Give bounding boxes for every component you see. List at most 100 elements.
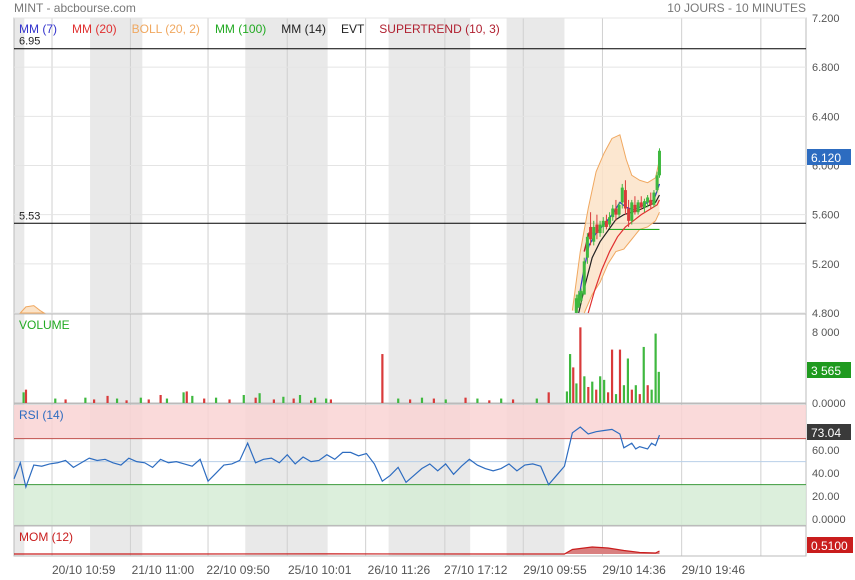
volume-bar (626, 358, 629, 403)
volume-bar (191, 395, 194, 403)
candle-body (589, 226, 593, 240)
candle-body (630, 202, 634, 221)
candle-body (639, 202, 643, 208)
rsi-tick-label: 60.00 (812, 445, 840, 457)
volume-bar (272, 399, 275, 403)
chart-period: 10 JOURS - 10 MINUTES (667, 1, 806, 15)
volume-bar (159, 394, 162, 403)
candle-body (636, 202, 640, 213)
chart-canvas: MINT - abcbourse.com 10 JOURS - 10 MINUT… (13, 1, 853, 577)
volume-bar (329, 399, 332, 403)
volume-bar (258, 393, 261, 403)
volume-bar (500, 398, 503, 403)
volume-bar (313, 397, 317, 403)
x-tick-label: 22/10 09:50 (206, 563, 270, 577)
candle-body (627, 208, 631, 221)
candle-body (579, 290, 583, 301)
price-tick-label: 6.800 (812, 62, 840, 74)
volume-bar (642, 346, 645, 403)
volume-bar (568, 354, 572, 403)
volume-bar (646, 385, 649, 403)
candle-body (598, 224, 602, 234)
volume-bar (298, 394, 302, 403)
volume-bar (147, 399, 150, 403)
volume-bar (599, 376, 602, 403)
candle-body (585, 236, 589, 258)
volume-bar (603, 379, 606, 403)
volume-bar (591, 381, 594, 403)
volume-bar (595, 389, 598, 403)
legend-item: BOLL (20, 2) (132, 22, 200, 36)
x-tick-label: 25/10 10:01 (288, 563, 352, 577)
candle-body (633, 204, 637, 213)
rsi-panel: 60.00 40.00 20.00 0.0000 (13, 403, 846, 526)
candle-body (655, 175, 659, 191)
closed-session-shade (506, 314, 565, 403)
closed-session-shade (90, 526, 143, 556)
volume-bar (397, 398, 400, 403)
candle-body (608, 217, 612, 225)
legend-item: MM (100) (215, 22, 266, 36)
x-tick-label: 21/10 11:00 (132, 563, 195, 577)
volume-bar (203, 398, 206, 403)
price-tick-label: 4.800 (812, 308, 840, 320)
legend-item: MM (14) (281, 22, 326, 36)
price-tick-label: 7.200 (812, 13, 840, 25)
volume-panel-title: VOLUME (19, 318, 70, 332)
volume-bar (282, 396, 285, 403)
price-tick-label: 5.600 (812, 210, 840, 222)
volume-panel: 8 0004 0000.0000 (13, 313, 846, 410)
volume-bar (84, 397, 87, 403)
legend: MM (7) MM (20) BOLL (20, 2) MM (100) MM (14)… (19, 22, 500, 36)
candle-body (592, 226, 596, 242)
volume-bar (292, 398, 295, 403)
volume-bar (464, 397, 467, 403)
volume-bar (64, 399, 67, 403)
volume-bar (650, 389, 653, 403)
volume-bar (228, 399, 231, 403)
volume-bar (125, 400, 128, 403)
volume-bar (535, 398, 538, 403)
volume-bar (139, 397, 142, 403)
volume-bar (24, 389, 28, 403)
volume-bar (242, 394, 245, 403)
volume-bar (607, 392, 610, 403)
volume-bar (22, 392, 25, 403)
volume-bar (381, 354, 384, 403)
volume-bar (547, 392, 550, 403)
momentum-last-tag: 0.5100 (807, 537, 853, 553)
rsi-tick-label: 40.00 (812, 468, 840, 480)
x-tick-label: 29/10 19:46 (682, 563, 746, 577)
volume-bar (575, 383, 578, 403)
candle-body (623, 190, 627, 209)
volume-bar (409, 399, 412, 403)
candle-body (601, 220, 605, 227)
momentum-panel (13, 525, 807, 557)
closed-session-shade (388, 314, 471, 403)
volume-bar (420, 397, 424, 403)
legend-item: MM (20) (72, 22, 117, 36)
closed-session-shade (506, 526, 565, 556)
volume-bar (54, 398, 57, 403)
volume-bar (614, 394, 618, 403)
momentum-last-value: 0.5100 (811, 539, 848, 553)
candle-body (652, 192, 656, 205)
price-last-tag: 6.120 (807, 149, 851, 165)
volume-bar (488, 400, 491, 403)
price-last-value: 6.120 (811, 151, 841, 165)
legend-item: EVT (341, 22, 365, 36)
chart-title: MINT - abcbourse.com (14, 1, 136, 15)
candle-body (611, 208, 615, 218)
rsi-panel-title: RSI (14) (19, 408, 64, 422)
volume-bar (511, 399, 515, 403)
volume-bar (476, 398, 479, 403)
volume-bar (610, 349, 614, 403)
closed-session-shade (245, 314, 328, 403)
volume-bar (432, 398, 435, 403)
volume-bar (622, 385, 626, 403)
x-tick-label: 26/10 11:26 (368, 563, 431, 577)
x-tick-label: 20/10 10:59 (52, 563, 116, 577)
rsi-oversold-zone (14, 484, 806, 525)
candle-body (620, 187, 624, 203)
legend-item: SUPERTREND (10, 3) (379, 22, 499, 36)
